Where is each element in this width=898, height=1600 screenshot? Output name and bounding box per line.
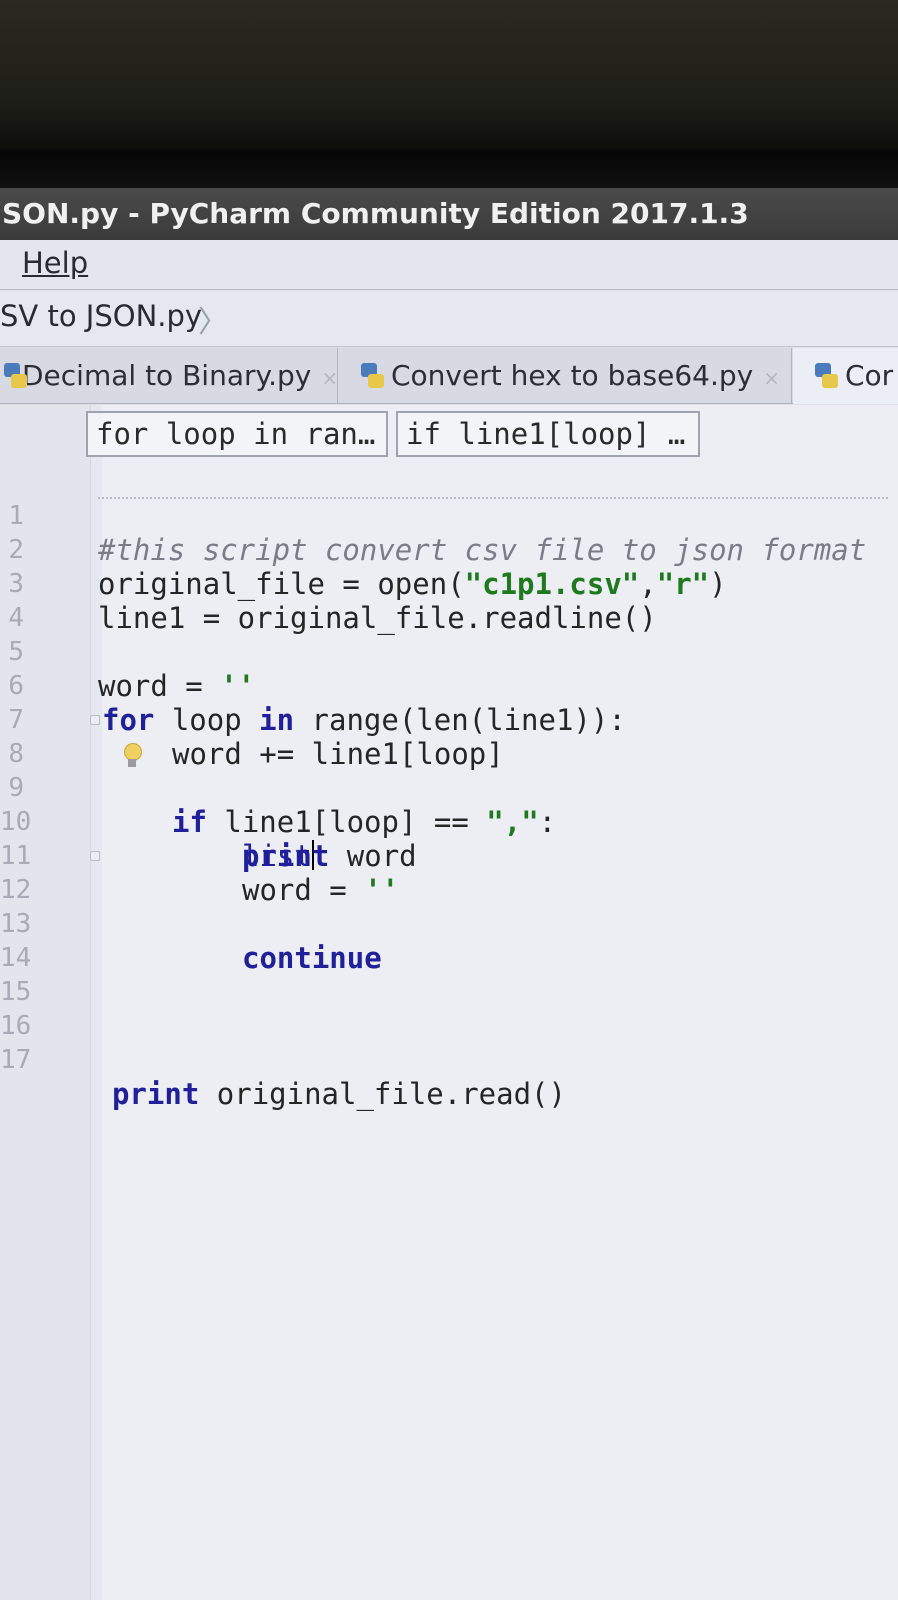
hint-if-line[interactable]: if line1[loop] … <box>396 411 700 457</box>
menu-bar: Help <box>0 240 898 290</box>
pycharm-window: SON.py - PyCharm Community Edition 2017.… <box>0 188 898 1600</box>
code-line-11: 11 word = '' <box>0 805 898 907</box>
tab-label: Convert hex to base64.py <box>391 359 754 392</box>
code-line-10: 10 print word <box>0 771 898 873</box>
breadcrumb: SV to JSON.py 〉 <box>0 291 898 347</box>
code-line-15: 15 <box>0 941 898 1007</box>
fold-icon[interactable] <box>90 715 100 725</box>
code-line-4: 4 <box>0 567 898 633</box>
code-line-16: 16 <box>0 975 898 1041</box>
hint-for-loop[interactable]: for loop in ran… <box>86 411 388 457</box>
tab-active[interactable]: Cor <box>793 348 898 404</box>
menu-help-label: Help <box>22 246 89 280</box>
window-title-bar: SON.py - PyCharm Community Edition 2017.… <box>0 188 898 240</box>
tab-label: Cor <box>845 359 894 392</box>
python-file-icon <box>813 363 839 389</box>
code-line-6: 6 for loop in range(len(line1)): <box>0 635 898 737</box>
code-line-13: 13 <box>0 873 898 939</box>
code-line-9: 9 list <box>0 737 898 873</box>
tab-decimal-to-binary[interactable]: Decimal to Binary.py × <box>0 348 338 404</box>
code-line-2: 2 original_file = open("c1p1.csv","r") <box>0 499 898 601</box>
code-line-14: 14 <box>0 907 898 973</box>
fold-icon[interactable] <box>90 851 100 861</box>
code-line-12: 12 continue <box>0 839 898 975</box>
code-text: print original_file.read() <box>112 1077 566 1111</box>
monitor-bezel <box>0 150 898 190</box>
close-icon[interactable]: × <box>763 366 780 390</box>
editor-tab-bar: Decimal to Binary.py × Convert hex to bas… <box>0 348 898 404</box>
code-editor[interactable]: for loop in ran… if line1[loop] … 1 #thi… <box>0 405 898 1600</box>
code-line-8: 8 if line1[loop] == ",": <box>0 703 898 839</box>
code-line-7: 7 word += line1[loop] <box>0 669 898 771</box>
python-file-icon <box>2 363 27 389</box>
code-line-1: 1 #this script convert csv file to json … <box>0 465 898 567</box>
breadcrumb-chevron-icon: 〉 <box>198 305 228 340</box>
window-title: SON.py - PyCharm Community Edition 2017.… <box>2 197 749 230</box>
tab-convert-hex-to-base64[interactable]: Convert hex to base64.py × <box>339 348 792 404</box>
close-icon[interactable]: × <box>321 366 337 390</box>
breadcrumb-file[interactable]: SV to JSON.py <box>0 299 202 333</box>
line-number: 17 <box>0 1045 32 1075</box>
code-line-3: 3 line1 = original_file.readline() <box>0 533 898 635</box>
tab-label: Decimal to Binary.py <box>22 359 312 392</box>
code-line-5: 5 word = '' <box>0 601 898 703</box>
python-file-icon <box>359 363 385 389</box>
menu-help[interactable]: Help <box>22 246 88 280</box>
lightbulb-icon[interactable] <box>122 737 142 771</box>
code-line-17: 17 print original_file.read() <box>0 1009 898 1111</box>
